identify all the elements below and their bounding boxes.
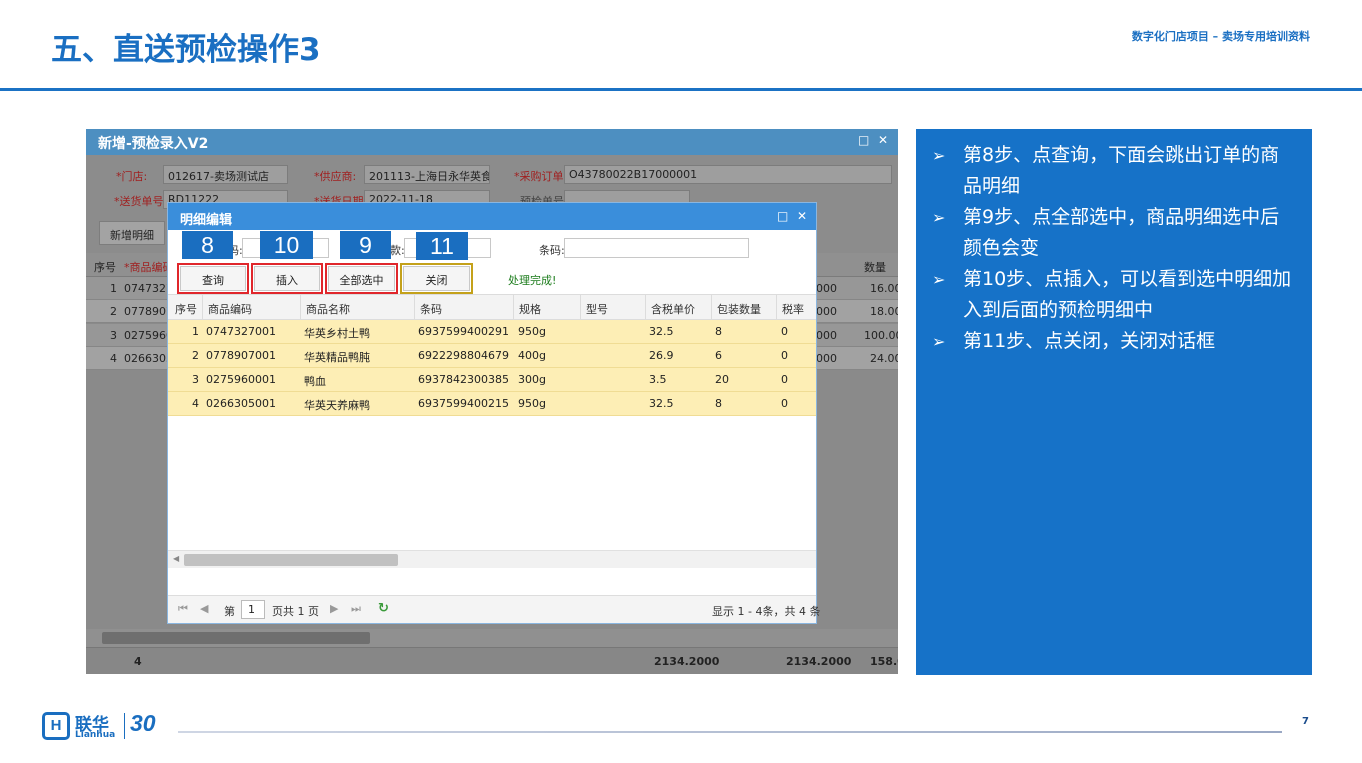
barcode-input[interactable] [564,238,749,258]
slide-title: 五、直送预检操作3 [51,32,321,68]
arrow-bullet-icon: ➢ [932,208,946,227]
scroll-left-icon[interactable]: ◀ [173,554,179,563]
supplier-select[interactable]: 201113-上海日永华英食 [364,165,490,184]
arrow-bullet-icon: ➢ [932,332,946,351]
prev-page-icon[interactable]: ◀ [200,602,208,615]
screenshot: 新增-预检录入V2 □ ✕ *门店: 012617-卖场测试店 *供应商: 20… [86,129,898,674]
add-detail-button[interactable]: 新增明细 [99,221,165,245]
dialog-close-icon[interactable]: ✕ [797,209,807,223]
step-callout-11: 11 [416,232,468,260]
detail-edit-dialog: 明细编辑 □ ✕ 码: 款: 条码: 8 10 9 11 查询 插入 全部选中 … [167,202,820,624]
header-divider [0,88,1362,91]
refresh-icon[interactable]: ↻ [378,601,389,616]
slide: 五、直送预检操作3 数字化门店项目 – 卖场专用培训资料 新增-预检录入V2 □… [0,0,1362,763]
query-button[interactable]: 查询 [177,263,249,294]
footer-divider [178,731,1282,733]
last-page-icon[interactable]: ⏭ [351,602,361,616]
status-message: 处理完成! [508,274,557,287]
delivery-no-label: *送货单号: [114,195,168,208]
store-select[interactable]: 012617-卖场测试店 [163,165,288,184]
step-10-text: ➢ 第10步、点插入，可以看到选中明细加入到后面的预检明细中 [932,264,1294,326]
lianhua-mark-icon: H [42,712,70,740]
select-all-button[interactable]: 全部选中 [325,263,398,294]
step-callout-9: 9 [340,231,391,259]
header-subtitle: 数字化门店项目 – 卖场专用培训资料 [1131,30,1310,43]
step-callout-8: 8 [182,231,233,259]
arrow-bullet-icon: ➢ [932,270,946,289]
first-page-icon[interactable]: ⏮ [178,602,188,616]
anniversary-30-logo: 30 [130,710,156,736]
detail-grid-header: 序号 商品编码 商品名称 条码 规格 型号 含税单价 包装数量 税率 [168,294,816,320]
scrollbar-thumb[interactable] [184,554,398,566]
page-total: 页共 1 页 [272,605,319,618]
step-callout-10: 10 [260,231,313,259]
table-row[interactable]: 2 0778907001 华英精品鸭肫 6922298804679 400g 2… [168,344,816,368]
close-icon[interactable]: ✕ [878,133,888,147]
step-11-text: ➢ 第11步、点关闭，关闭对话框 [932,326,1294,357]
pagination-bar: ⏮ ◀ 第 1 页共 1 页 ▶ ⏭ ↻ 显示 1 - 4条，共 4 条 [168,595,820,623]
table-row[interactable]: 1 0747327001 华英乡村土鸭 6937599400291 950g 3… [168,320,816,344]
next-page-icon[interactable]: ▶ [330,602,338,615]
background-summary-footer: 4 2134.2000 2134.2000 158.0 [86,647,898,674]
close-button[interactable]: 关闭 [400,263,473,294]
pager-summary: 显示 1 - 4条，共 4 条 [712,605,821,618]
table-row[interactable]: 4 0266305001 华英天养麻鸭 6937599400215 950g 3… [168,392,816,416]
arrow-bullet-icon: ➢ [932,146,946,165]
step-9-text: ➢ 第9步、点全部选中，商品明细选中后颜色会变 [932,202,1294,264]
dialog-title: 明细编辑 [168,203,816,230]
step-8-text: ➢ 第8步、点查询，下面会跳出订单的商品明细 [932,140,1294,202]
instructions-panel: ➢ 第8步、点查询，下面会跳出订单的商品明细 ➢ 第9步、点全部选中，商品明细选中后… [916,129,1312,675]
field2-label: 款: [390,244,405,257]
po-label: *采购订单: [514,170,568,183]
dialog-horizontal-scrollbar[interactable]: ◀ [168,550,816,568]
store-label: *门店: [116,170,148,183]
page-number: 7 [1302,716,1309,727]
insert-button[interactable]: 插入 [251,263,323,294]
supplier-label: *供应商: [314,170,357,183]
page-number-input[interactable]: 1 [241,600,265,619]
table-row[interactable]: 3 0275960001 鸭血 6937842300385 300g 3.5 2… [168,368,816,392]
barcode-label: 条码: [539,244,565,257]
background-scrollbar[interactable] [86,629,898,647]
background-window-title: 新增-预检录入V2 [86,129,898,155]
maximize-icon[interactable]: □ [858,133,869,147]
po-select[interactable]: O43780022B17000001 [564,165,892,184]
scrollbar-thumb[interactable] [102,632,370,644]
dialog-maximize-icon[interactable]: □ [777,209,788,223]
page-prefix: 第 [224,605,235,618]
